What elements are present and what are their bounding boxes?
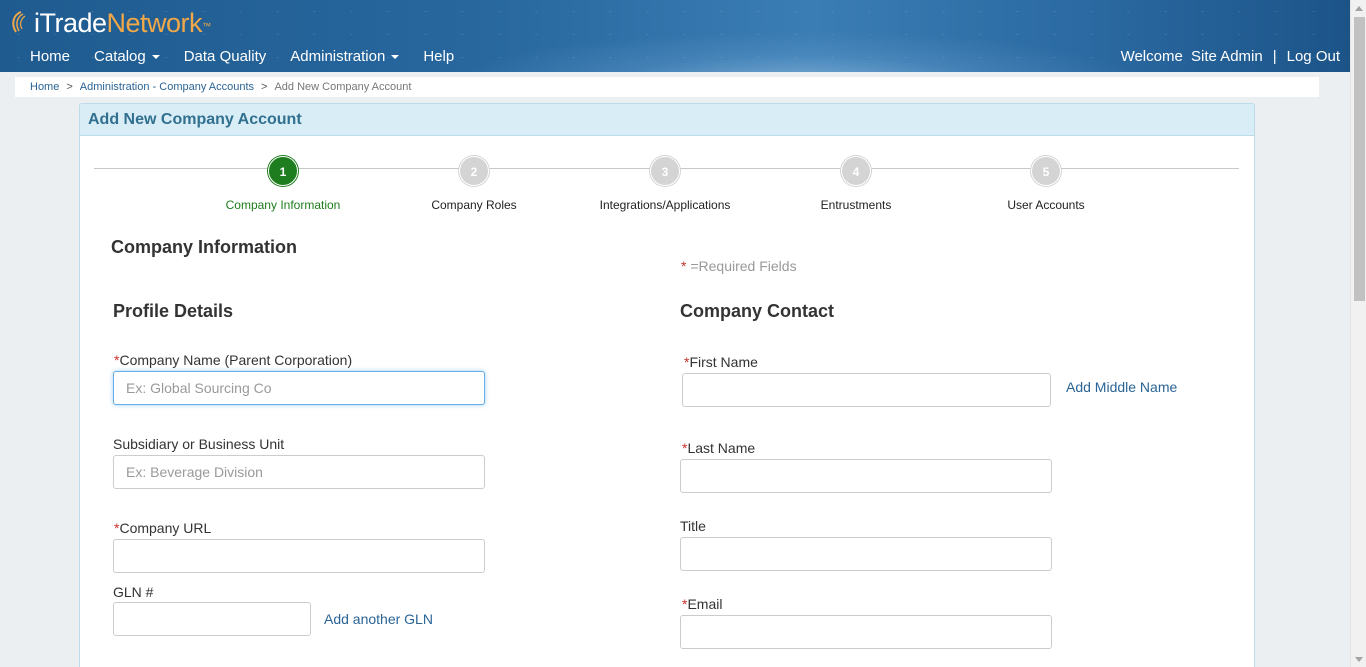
- scroll-down-button[interactable]: [1351, 651, 1366, 667]
- step-label: Entrustments: [820, 198, 892, 212]
- step-number: 2: [459, 156, 489, 186]
- main-nav: Home Catalog Data Quality Administration…: [18, 46, 466, 68]
- logout-link[interactable]: Log Out: [1287, 46, 1340, 68]
- gln-input[interactable]: [113, 602, 311, 636]
- step-number: 1: [268, 156, 298, 186]
- title-label: Title: [680, 518, 706, 534]
- step-integrations-applications[interactable]: 3 Integrations/Applications: [585, 156, 745, 212]
- gln-label: GLN #: [113, 584, 154, 600]
- first-name-input[interactable]: [682, 373, 1051, 407]
- caret-down-icon: [151, 55, 160, 59]
- nav-help[interactable]: Help: [411, 46, 466, 68]
- company-contact-title: Company Contact: [680, 301, 835, 321]
- scroll-up-button[interactable]: [1351, 0, 1366, 16]
- arrow-down-icon: [1355, 656, 1363, 662]
- required-note-text: =Required Fields: [686, 258, 797, 274]
- required-fields-note: * =Required Fields: [681, 258, 797, 274]
- nav-administration-label: Administration: [290, 48, 386, 65]
- step-number: 3: [650, 156, 680, 186]
- nav-home-label: Home: [30, 48, 71, 65]
- panel-title: Add New Company Account: [80, 104, 1254, 136]
- user-separator: |: [1272, 48, 1277, 65]
- step-number: 5: [1031, 156, 1061, 186]
- breadcrumb-current: Add New Company Account: [274, 81, 412, 93]
- logo-trademark: ™: [202, 21, 211, 31]
- step-company-roles[interactable]: 2 Company Roles: [394, 156, 554, 212]
- breadcrumb-separator: >: [261, 81, 268, 93]
- nav-home[interactable]: Home: [18, 46, 82, 68]
- last-name-input[interactable]: [680, 459, 1052, 493]
- company-name-label: *Company Name (Parent Corporation): [114, 352, 352, 368]
- step-label: Company Roles: [431, 198, 517, 212]
- add-another-gln-link[interactable]: Add another GLN: [324, 611, 433, 627]
- add-company-panel: Add New Company Account 1 Company Inform…: [79, 103, 1255, 667]
- nav-data-quality[interactable]: Data Quality: [172, 46, 279, 68]
- step-entrustments[interactable]: 4 Entrustments: [776, 156, 936, 212]
- app-header: iTradeNetwork™ Home Catalog Data Quality…: [0, 0, 1350, 72]
- nav-catalog[interactable]: Catalog: [82, 46, 172, 68]
- step-user-accounts[interactable]: 5 User Accounts: [966, 156, 1126, 212]
- logo-network: Network: [106, 8, 203, 38]
- subsidiary-input[interactable]: [113, 455, 485, 489]
- company-url-label: *Company URL: [114, 520, 211, 536]
- logo-trade: Trade: [39, 8, 108, 38]
- breadcrumb-home[interactable]: Home: [30, 77, 59, 97]
- user-name[interactable]: Site Admin: [1191, 46, 1263, 68]
- step-label: Integrations/Applications: [599, 198, 731, 212]
- welcome-text: Welcome: [1120, 48, 1183, 65]
- company-url-label-text: Company URL: [119, 520, 212, 536]
- nav-help-label: Help: [423, 48, 455, 65]
- nav-administration[interactable]: Administration: [278, 46, 411, 68]
- logo-swirl-icon: [12, 11, 26, 33]
- breadcrumb-company-accounts[interactable]: Administration - Company Accounts: [80, 77, 254, 97]
- arrow-up-icon: [1355, 5, 1363, 11]
- last-name-label-text: Last Name: [687, 440, 756, 456]
- first-name-label-text: First Name: [689, 354, 758, 370]
- nav-catalog-label: Catalog: [94, 48, 146, 65]
- profile-details-title: Profile Details: [113, 301, 234, 321]
- step-label: User Accounts: [1007, 198, 1085, 212]
- step-company-information[interactable]: 1 Company Information: [203, 156, 363, 212]
- first-name-label: *First Name: [684, 354, 758, 370]
- caret-down-icon: [391, 55, 400, 59]
- company-name-input[interactable]: [113, 371, 485, 405]
- breadcrumb-separator: >: [66, 81, 73, 93]
- last-name-label: *Last Name: [682, 440, 755, 456]
- company-url-input[interactable]: [113, 539, 485, 573]
- nav-data-quality-label: Data Quality: [183, 48, 267, 65]
- scroll-thumb[interactable]: [1354, 17, 1365, 301]
- company-information-title: Company Information: [111, 237, 298, 257]
- email-label: *Email: [682, 596, 722, 612]
- add-middle-name-link[interactable]: Add Middle Name: [1066, 379, 1177, 395]
- step-label: Company Information: [225, 198, 341, 212]
- subsidiary-label: Subsidiary or Business Unit: [113, 436, 285, 452]
- step-number: 4: [841, 156, 871, 186]
- email-input[interactable]: [680, 615, 1052, 649]
- company-name-label-text: Company Name (Parent Corporation): [119, 352, 353, 368]
- breadcrumb: Home > Administration - Company Accounts…: [15, 77, 1319, 97]
- title-input[interactable]: [680, 537, 1052, 571]
- user-area: Welcome Site Admin | Log Out: [1121, 46, 1340, 68]
- itrade-logo[interactable]: iTradeNetwork™: [10, 8, 211, 38]
- vertical-scrollbar[interactable]: [1350, 0, 1366, 667]
- logo-wordmark: iTradeNetwork™: [34, 8, 211, 38]
- email-label-text: Email: [687, 596, 723, 612]
